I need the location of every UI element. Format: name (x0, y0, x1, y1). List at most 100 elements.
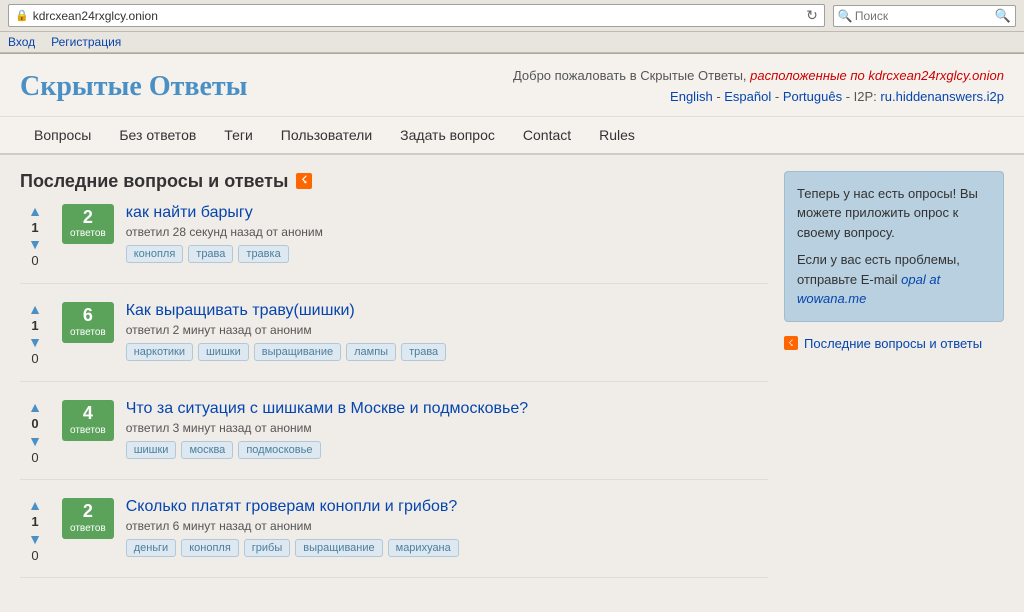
answer-count-label-3: ответов (70, 424, 106, 437)
lang-portugues[interactable]: Português (783, 89, 842, 104)
sidebar-rss-icon: ☇ (784, 336, 798, 350)
tag[interactable]: наркотики (126, 343, 193, 361)
sidebar-contact-text: Если у вас есть проблемы, отправьте E-ma… (797, 250, 991, 309)
tag[interactable]: марихуана (388, 539, 459, 557)
answer-count-label-4: ответов (70, 522, 106, 535)
bookmark-vhod[interactable]: Вход (8, 35, 35, 49)
question-item: ▲ 1 ▼ 0 2 ответов Сколько платят гровера… (20, 498, 768, 578)
question-title-2[interactable]: Как выращивать траву(шишки) (126, 302, 768, 320)
nav-contact[interactable]: Contact (509, 117, 585, 153)
tag[interactable]: трава (401, 343, 446, 361)
sidebar-rss-label: Последние вопросы и ответы (804, 336, 982, 351)
sidebar-rss-link[interactable]: ☇ Последние вопросы и ответы (784, 336, 1004, 351)
answer-count-box-4: 2 ответов (62, 498, 114, 539)
rss-icon[interactable]: ☇ (296, 173, 312, 189)
vote-up-count-1: 1 (31, 220, 38, 236)
vote-box-3: ▲ 0 ▼ 0 (20, 400, 50, 465)
vote-up-count-3: 0 (31, 416, 38, 432)
tag[interactable]: лампы (346, 343, 396, 361)
answer-count-num-2: 6 (83, 306, 93, 326)
vote-box-1: ▲ 1 ▼ 0 (20, 204, 50, 269)
search-button[interactable]: 🔍 (995, 8, 1011, 24)
question-title-3[interactable]: Что за ситуация с шишками в Москве и под… (126, 400, 768, 418)
sidebar-promo-box: Теперь у нас есть опросы! Вы можете прил… (784, 171, 1004, 322)
sidebar: Теперь у нас есть опросы! Вы можете прил… (784, 171, 1004, 597)
i2p-link[interactable]: ru.hiddenanswers.i2p (880, 89, 1004, 104)
tag[interactable]: шишки (126, 441, 177, 459)
question-item: ▲ 0 ▼ 0 4 ответов Что за ситуация с шишк… (20, 400, 768, 480)
question-body-3: Что за ситуация с шишками в Москве и под… (126, 400, 768, 459)
site-logo: Скрытые Ответы (20, 71, 248, 103)
search-container: 🔍 🔍 (833, 5, 1016, 27)
tags-3: шишки москва подмосковье (126, 441, 768, 459)
tag[interactable]: шишки (198, 343, 249, 361)
question-body-1: как найти барыгу ответил 28 секунд назад… (126, 204, 768, 263)
tag[interactable]: трава (188, 245, 233, 263)
vote-down-3[interactable]: ▼ (28, 434, 42, 448)
site-header: Скрытые Ответы Добро пожаловать в Скрыты… (0, 54, 1024, 117)
vote-up-count-2: 1 (31, 318, 38, 334)
question-body-4: Сколько платят гроверам конопли и грибов… (126, 498, 768, 557)
lock-icon: 🔒 (15, 9, 29, 22)
refresh-icon[interactable]: ↻ (806, 7, 818, 24)
vote-down-4[interactable]: ▼ (28, 532, 42, 546)
answer-count-label-2: ответов (70, 326, 106, 339)
tagline-line2: English - Español - Português - I2P: ru.… (513, 87, 1004, 108)
main-layout: Последние вопросы и ответы ☇ ▲ 1 ▼ 0 2 (0, 155, 1024, 612)
tag[interactable]: выращивание (254, 343, 341, 361)
lang-english[interactable]: English (670, 89, 713, 104)
answer-count-box-1: 2 ответов (62, 204, 114, 245)
vote-up-1[interactable]: ▲ (28, 204, 42, 218)
question-title-1[interactable]: как найти барыгу (126, 204, 768, 222)
search-icon: 🔍 (838, 9, 853, 23)
nav-ask[interactable]: Задать вопрос (386, 117, 509, 153)
url-bar[interactable]: 🔒 kdrcxean24rxglcy.onion ↻ (8, 4, 825, 27)
question-meta-1: ответил 28 секунд назад от аноним (126, 225, 768, 239)
nav-questions[interactable]: Вопросы (20, 117, 105, 153)
browser-toolbar: 🔒 kdrcxean24rxglcy.onion ↻ 🔍 🔍 (0, 0, 1024, 32)
tagline-line1: Добро пожаловать в Скрытые Ответы, распо… (513, 66, 1004, 87)
bookmarks-bar: Вход Регистрация (0, 32, 1024, 53)
tag[interactable]: конопля (181, 539, 239, 557)
tag[interactable]: москва (181, 441, 233, 459)
question-meta-4: ответил 6 минут назад от аноним (126, 519, 768, 533)
vote-up-count-4: 1 (31, 514, 38, 530)
url-text: kdrcxean24rxglcy.onion (33, 9, 802, 23)
search-input[interactable] (855, 9, 995, 23)
nav-tags[interactable]: Теги (210, 117, 266, 153)
vote-down-count-2: 0 (31, 351, 38, 367)
nav-users[interactable]: Пользователи (267, 117, 386, 153)
vote-down-count-1: 0 (31, 253, 38, 269)
vote-box-4: ▲ 1 ▼ 0 (20, 498, 50, 563)
i2p-label: I2P: (854, 89, 877, 104)
site-tagline: Добро пожаловать в Скрытые Ответы, распо… (513, 66, 1004, 108)
sidebar-promo-text: Теперь у нас есть опросы! Вы можете прил… (797, 184, 991, 243)
tag[interactable]: подмосковье (238, 441, 320, 459)
nav-rules[interactable]: Rules (585, 117, 649, 153)
tags-1: конопля трава травка (126, 245, 768, 263)
question-item: ▲ 1 ▼ 0 2 ответов как найти барыгу (20, 204, 768, 284)
main-nav: Вопросы Без ответов Теги Пользователи За… (0, 117, 1024, 155)
vote-box-2: ▲ 1 ▼ 0 (20, 302, 50, 367)
answer-count-label-1: ответов (70, 227, 106, 240)
vote-up-3[interactable]: ▲ (28, 400, 42, 414)
vote-down-count-4: 0 (31, 548, 38, 564)
bookmark-registration[interactable]: Регистрация (51, 35, 121, 49)
tag[interactable]: выращивание (295, 539, 382, 557)
tag[interactable]: конопля (126, 245, 184, 263)
tag[interactable]: травка (238, 245, 288, 263)
tag[interactable]: грибы (244, 539, 290, 557)
lang-espanol[interactable]: Español (724, 89, 771, 104)
question-body-2: Как выращивать траву(шишки) ответил 2 ми… (126, 302, 768, 361)
vote-down-1[interactable]: ▼ (28, 237, 42, 251)
nav-unanswered[interactable]: Без ответов (105, 117, 210, 153)
answer-count-num-4: 2 (83, 502, 93, 522)
tags-4: деньги конопля грибы выращивание марихуа… (126, 539, 768, 557)
question-title-4[interactable]: Сколько платят гроверам конопли и грибов… (126, 498, 768, 516)
vote-up-4[interactable]: ▲ (28, 498, 42, 512)
question-item: ▲ 1 ▼ 0 6 ответов Как выращивать траву(ш… (20, 302, 768, 382)
answer-count-num-3: 4 (83, 404, 93, 424)
tag[interactable]: деньги (126, 539, 177, 557)
vote-up-2[interactable]: ▲ (28, 302, 42, 316)
vote-down-2[interactable]: ▼ (28, 335, 42, 349)
